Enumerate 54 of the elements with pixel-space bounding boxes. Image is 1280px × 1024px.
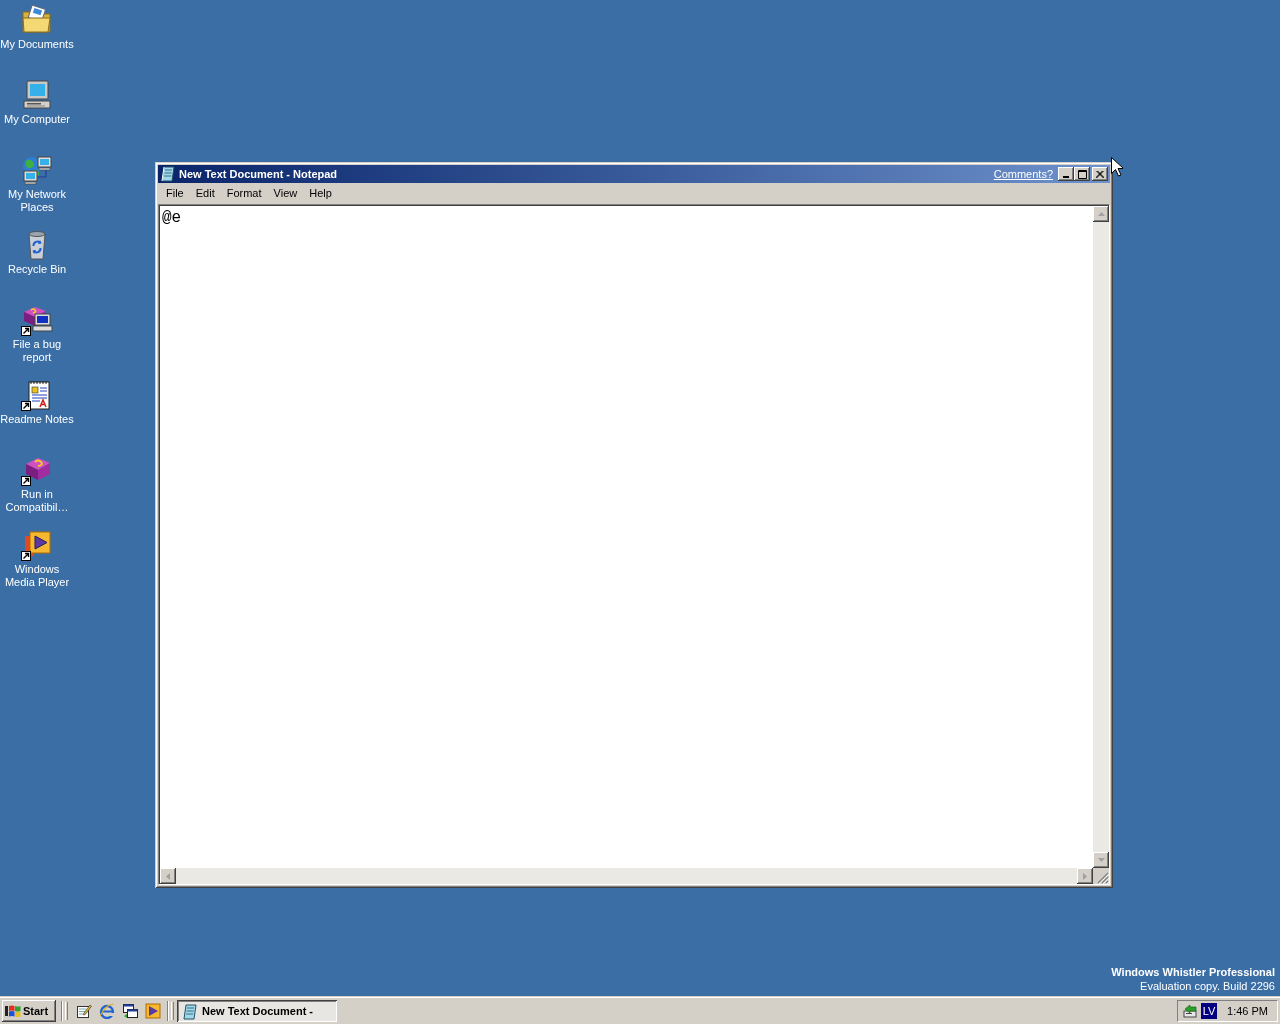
menu-item[interactable]: Edit xyxy=(189,186,221,201)
desktop-icon-label[interactable]: My Computer xyxy=(4,113,70,126)
desktop-icon-label[interactable]: My Documents xyxy=(0,38,74,51)
minimize-button[interactable] xyxy=(1058,167,1074,181)
comments-link[interactable]: Comments? xyxy=(993,167,1053,181)
scroll-left-button[interactable] xyxy=(160,868,176,884)
notepad-icon[interactable] xyxy=(160,166,176,182)
menu-item[interactable]: Help xyxy=(303,186,338,201)
desktop-icon-label[interactable]: Windows Media Player xyxy=(0,563,74,589)
right-arrow-icon xyxy=(1083,872,1087,880)
menu-item[interactable]: Format xyxy=(220,186,268,201)
edit-document-icon[interactable] xyxy=(76,1003,92,1019)
down-arrow-icon xyxy=(1097,858,1105,862)
notepad-icon xyxy=(182,1003,198,1020)
folder-icon[interactable] xyxy=(21,4,53,36)
mouse-pointer-icon xyxy=(1111,157,1123,177)
left-arrow-icon xyxy=(166,872,170,880)
network-globe-icon[interactable] xyxy=(21,154,53,186)
title-bar[interactable]: New Text Document - Notepad Comments? xyxy=(158,165,1110,183)
minimize-icon xyxy=(1062,176,1069,178)
desktop-icon-label[interactable]: File a bug report xyxy=(0,338,74,364)
desktop-icon-label[interactable]: Readme Notes xyxy=(0,413,74,426)
notepad-document-icon[interactable] xyxy=(21,379,53,411)
start-button[interactable]: Start xyxy=(2,1000,56,1022)
text-area[interactable]: @e xyxy=(160,206,1093,868)
horizontal-scrollbar[interactable] xyxy=(160,868,1093,884)
desktop-icon-label[interactable]: Recycle Bin xyxy=(7,263,67,276)
size-grip-icon[interactable] xyxy=(1097,872,1109,884)
media-player-icon[interactable] xyxy=(21,529,53,561)
taskbar-window-button[interactable]: New Text Document - xyxy=(177,1000,337,1022)
scroll-down-button[interactable] xyxy=(1093,852,1109,868)
edition-text: Windows Whistler Professional xyxy=(1111,965,1275,979)
windows-stack-icon[interactable] xyxy=(122,1003,138,1019)
window-title: New Text Document - Notepad xyxy=(179,167,338,181)
scroll-up-button[interactable] xyxy=(1093,206,1109,222)
network-computer-icon[interactable] xyxy=(1182,1003,1198,1019)
computer-icon[interactable] xyxy=(21,79,53,111)
vertical-scrollbar[interactable] xyxy=(1093,206,1109,868)
desktop-icon-label[interactable]: Run in Compatibil… xyxy=(0,488,74,514)
browser-icon[interactable] xyxy=(99,1003,115,1019)
build-text: Evaluation copy. Build 2296 xyxy=(1140,979,1275,993)
maximize-icon xyxy=(1077,169,1087,179)
desktop-icon-label[interactable]: My Network Places xyxy=(0,188,74,214)
clock[interactable]: 1:46 PM xyxy=(1227,1004,1268,1018)
language-indicator[interactable]: LV xyxy=(1201,1003,1217,1019)
book-computer-icon[interactable] xyxy=(21,304,53,336)
menu-item[interactable]: File xyxy=(160,186,190,201)
menu-item[interactable]: View xyxy=(267,186,304,201)
windows-flag-icon xyxy=(5,1004,21,1018)
scroll-right-button[interactable] xyxy=(1077,868,1093,884)
close-icon xyxy=(1096,170,1104,178)
maximize-button[interactable] xyxy=(1074,167,1090,181)
close-button[interactable] xyxy=(1092,167,1108,181)
up-arrow-icon xyxy=(1097,212,1105,216)
